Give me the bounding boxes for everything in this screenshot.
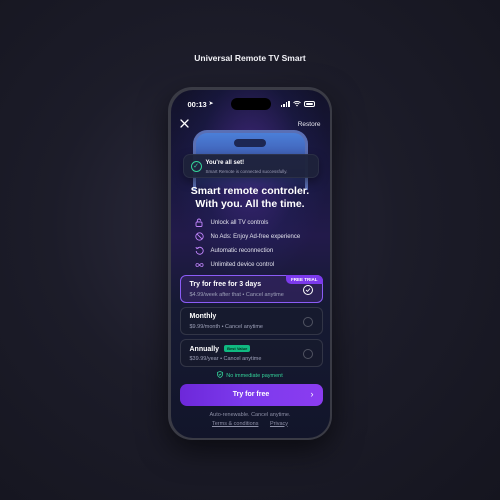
headline-line-1: Smart remote controler. (190, 184, 310, 197)
plan-name: Monthly (189, 312, 217, 320)
plan-radio-selected[interactable] (302, 284, 313, 295)
feature-label: Unlimited device control (210, 261, 275, 268)
wifi-icon (292, 100, 301, 106)
plan-radio[interactable] (302, 348, 313, 359)
plan-annually[interactable]: Annually Best Value $39.99/year • Cancel … (179, 338, 323, 367)
signal-icon (280, 100, 290, 107)
close-button[interactable] (179, 118, 189, 131)
status-icons (280, 100, 315, 107)
plan-name-text: Annually (189, 345, 220, 353)
no-payment-note: No immediate payment (171, 370, 330, 379)
headline: Smart remote controler. With you. All th… (171, 185, 330, 211)
plan-name: Annually Best Value (189, 344, 251, 353)
try-for-free-button[interactable]: Try for free › (179, 383, 323, 406)
refresh-icon (194, 246, 204, 255)
plan-price: $4.99/week after that • Cancel anytime (189, 291, 284, 298)
free-trial-badge: FREE TRIAL (286, 274, 323, 284)
plan-monthly[interactable]: Monthly $9.99/month • Cancel anytime (179, 306, 323, 335)
toast-title: You're all set! (205, 159, 245, 166)
cta-label: Try for free (232, 390, 270, 398)
restore-button[interactable]: Restore (298, 121, 321, 128)
plan-price: $9.99/month • Cancel anytime (189, 323, 263, 330)
best-value-badge: Best Value (224, 344, 251, 352)
hero-phone-island (233, 138, 266, 147)
status-time: 00:13 (187, 99, 207, 109)
feature-label: Unlock all TV controls (210, 219, 269, 226)
auto-renew-note: Auto-renewable. Cancel anytime. (209, 411, 291, 418)
feature-item: Unlimited device control (194, 258, 301, 272)
plan-name: Try for free for 3 days (189, 280, 262, 288)
privacy-link[interactable]: Privacy (270, 421, 288, 427)
plan-free-trial[interactable]: FREE TRIAL Try for free for 3 days $4.99… (179, 274, 323, 303)
chevron-right-icon: › (310, 388, 314, 399)
check-circle-icon: ✓ (190, 160, 202, 172)
success-toast: ✓ You're all set! Smart Remote is connec… (182, 153, 319, 178)
status-bar: 00:13 ➤ (171, 97, 330, 111)
plan-price: $39.99/year • Cancel anytime (189, 355, 262, 362)
feature-item: Unlock all TV controls (195, 216, 301, 230)
feature-label: No Ads: Enjoy Ad-free experience (210, 233, 301, 240)
headline-line-2: With you. All the time. (195, 197, 305, 210)
battery-icon (303, 100, 315, 107)
feature-item: No Ads: Enjoy Ad-free experience (194, 230, 301, 244)
location-arrow-icon: ➤ (208, 100, 214, 107)
footer-links: Terms & conditions Privacy (171, 421, 330, 427)
shield-check-icon (217, 370, 224, 378)
page-title: Universal Remote TV Smart (194, 53, 306, 63)
no-payment-label: No immediate payment (226, 372, 283, 379)
feature-label: Automatic reconnection (210, 247, 274, 254)
feature-item: Automatic reconnection (194, 244, 301, 258)
close-icon (179, 118, 189, 128)
dynamic-island (230, 97, 271, 110)
feature-list: Unlock all TV controls No Ads: Enjoy Ad-… (194, 216, 301, 272)
no-ads-icon (194, 232, 204, 241)
terms-link[interactable]: Terms & conditions (212, 421, 258, 427)
toast-subtitle: Smart Remote is connected successfully. (205, 168, 288, 174)
phone-frame: 00:13 ➤ Restore ✓ You're all set! Smart … (168, 87, 332, 440)
phone-screen: 00:13 ➤ Restore ✓ You're all set! Smart … (170, 89, 330, 438)
lock-icon (195, 218, 204, 227)
checkmark-icon (305, 287, 310, 292)
infinity-icon (194, 260, 204, 269)
plan-radio[interactable] (302, 316, 313, 327)
